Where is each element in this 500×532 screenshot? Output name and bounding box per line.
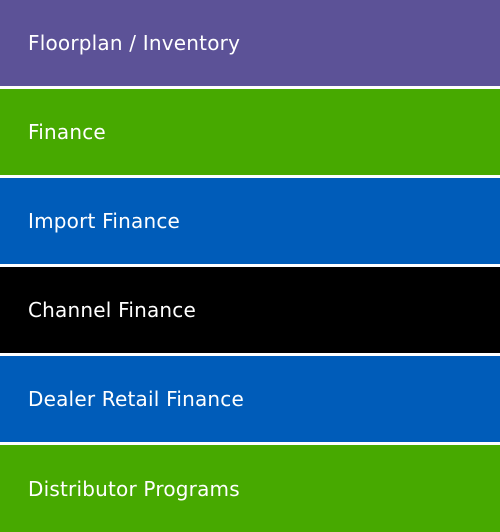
menu-item-distributor-programs[interactable]: Distributor Programs — [0, 445, 500, 532]
menu-item-label: Distributor Programs — [28, 476, 240, 501]
menu-item-import-finance[interactable]: Import Finance — [0, 178, 500, 264]
menu-item-label: Channel Finance — [28, 298, 196, 322]
menu-item-channel-finance[interactable]: Channel Finance — [0, 267, 500, 353]
menu-item-label: Dealer Retail Finance — [28, 387, 244, 411]
menu-item-label: Finance — [28, 120, 106, 144]
finance-category-menu: Floorplan / Inventory Finance Import Fin… — [0, 0, 500, 532]
menu-item-dealer-retail-finance[interactable]: Dealer Retail Finance — [0, 356, 500, 442]
menu-item-floorplan-inventory[interactable]: Floorplan / Inventory — [0, 0, 500, 86]
menu-item-label: Import Finance — [28, 209, 181, 233]
menu-item-label: Floorplan / Inventory — [28, 31, 241, 55]
menu-item-finance[interactable]: Finance — [0, 89, 500, 175]
